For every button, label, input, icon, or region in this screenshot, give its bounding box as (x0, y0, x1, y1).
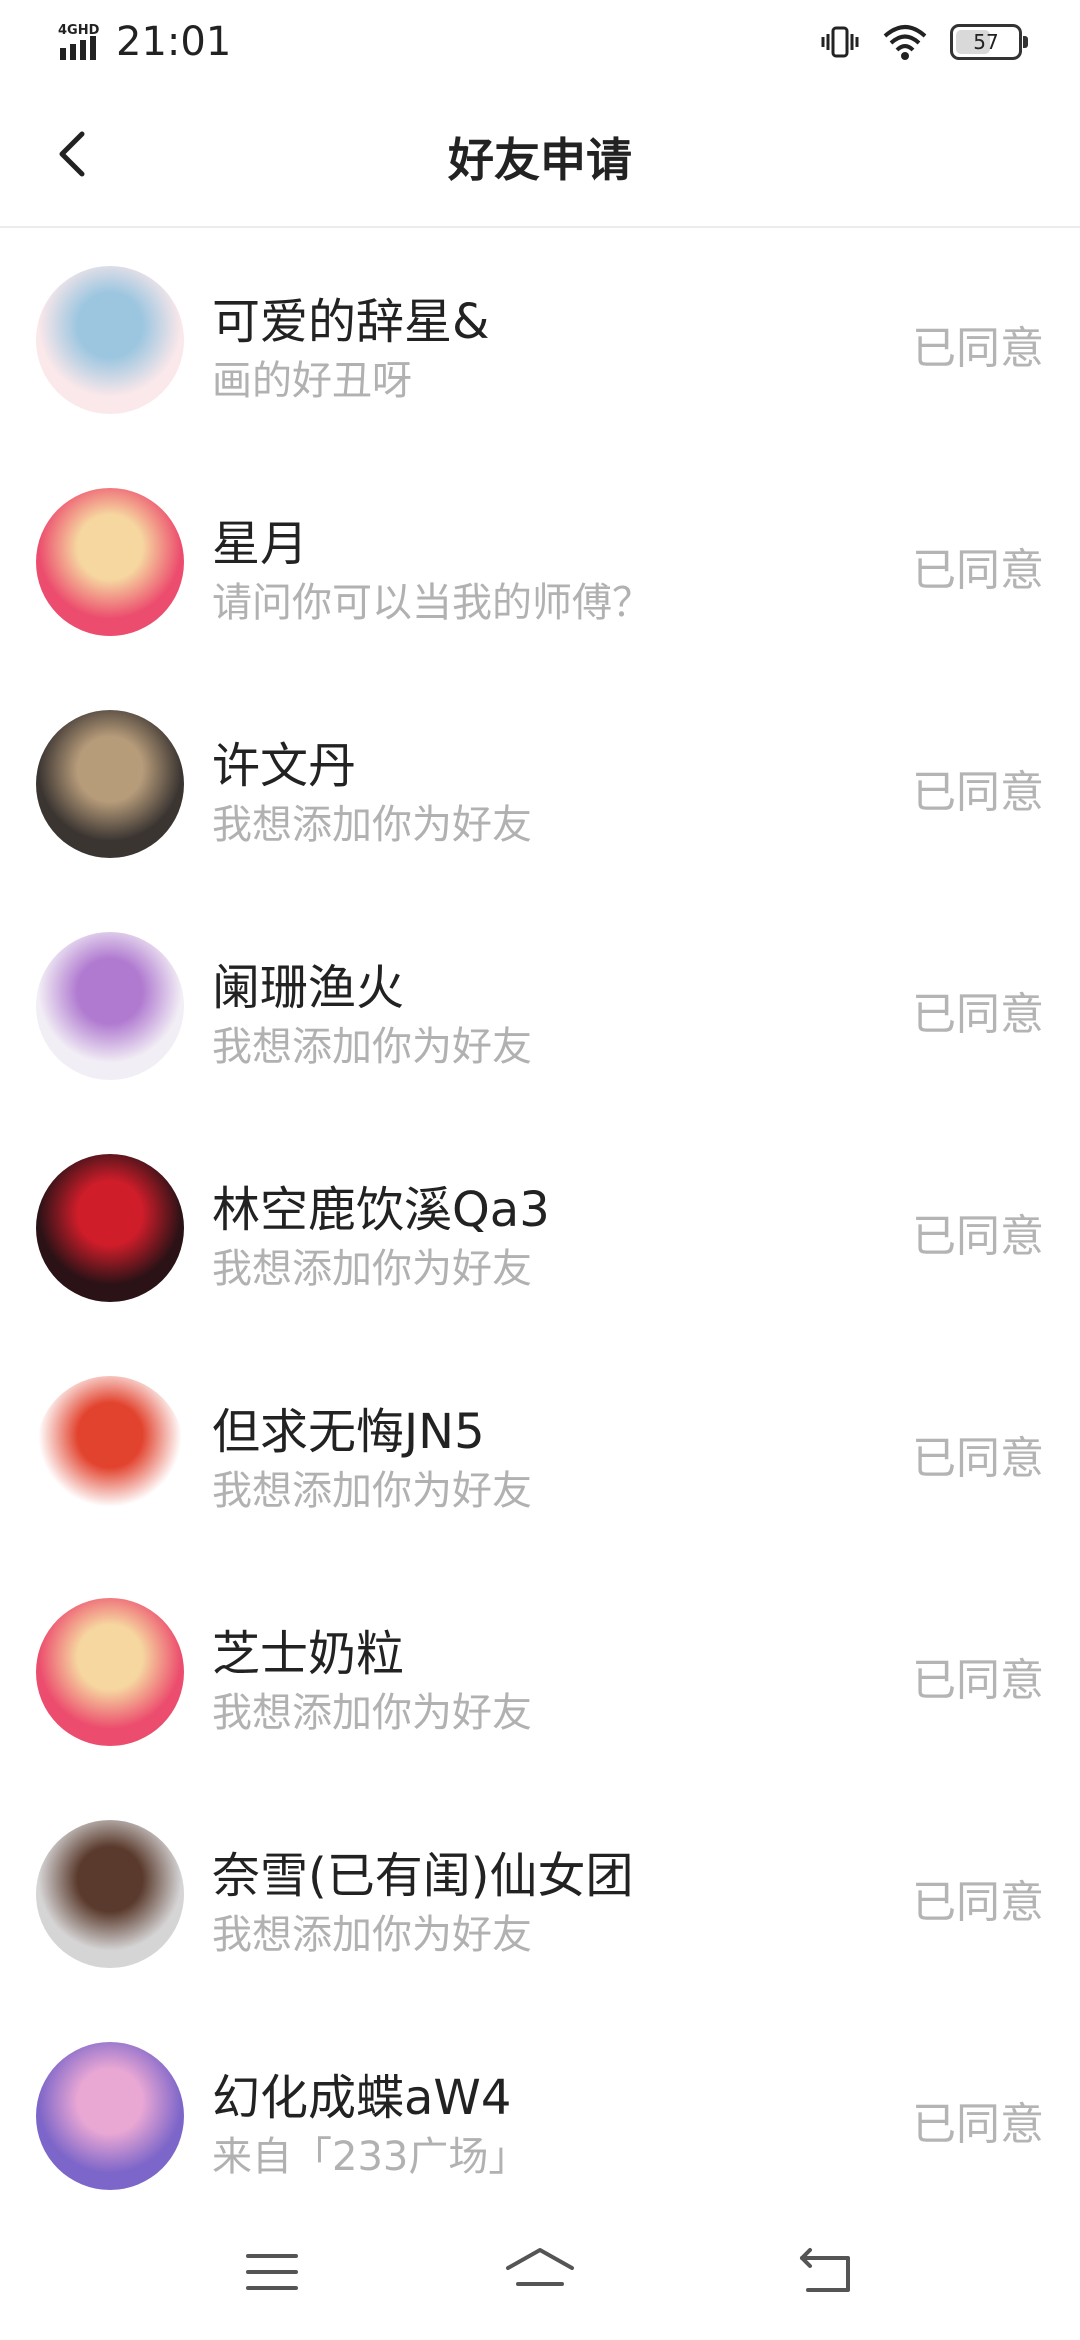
requester-name: 许文丹 (212, 738, 357, 794)
menu-button[interactable] (242, 2244, 302, 2300)
request-message: 我想添加你为好友 (212, 1690, 532, 1736)
app-header: 好友申请 (0, 84, 1080, 228)
request-message: 来自「233广场」 (212, 2134, 529, 2180)
friend-request-row[interactable]: 但求无悔JN5 我想添加你为好友 已同意 (0, 1336, 1080, 1558)
request-status: 已同意 (912, 1211, 1044, 1262)
friend-request-row[interactable]: 阑珊渔火我想添加你为好友 已同意 (0, 892, 1080, 1114)
requester-name: 芝士奶粒 (212, 1626, 405, 1682)
back-icon (800, 2248, 850, 2292)
request-message: 我想添加你为好友 (212, 1024, 532, 1070)
vibrate-icon (821, 26, 859, 58)
request-message: 我想添加你为好友 (212, 1468, 532, 1514)
avatar[interactable] (36, 932, 184, 1080)
friend-request-row[interactable]: 可爱的辞星& 画的好丑呀 已同意 (0, 226, 1080, 448)
status-right: 57 (820, 18, 1028, 66)
request-message: 画的好丑呀 (212, 358, 412, 404)
page-title: 好友申请 (448, 133, 632, 187)
home-icon (506, 2248, 574, 2286)
requester-name: 但求无悔JN5 (212, 1404, 485, 1460)
network-label: 4GHD (58, 23, 100, 38)
avatar[interactable] (36, 1376, 184, 1524)
request-status: 已同意 (912, 2099, 1044, 2150)
friend-request-row[interactable]: 幻化成蝶aW4 来自「233广场」 已同意 (0, 2002, 1080, 2224)
status-bar: 4GHD 21:01 57 (0, 0, 1080, 84)
avatar[interactable] (36, 710, 184, 858)
request-message: 请问你可以当我的师傅？ (212, 580, 652, 626)
battery-icon: 57 (950, 24, 1028, 60)
request-status: 已同意 (912, 545, 1044, 596)
requester-name: 星月 (212, 516, 309, 572)
friend-request-row[interactable]: 林空鹿饮溪Qa3 我想添加你为好友 已同意 (0, 1114, 1080, 1336)
avatar[interactable] (36, 1598, 184, 1746)
request-status: 已同意 (912, 767, 1044, 818)
system-nav-bar (0, 2200, 1080, 2340)
avatar[interactable] (36, 1820, 184, 1968)
friend-request-row[interactable]: 芝士奶粒我想添加你为好友 已同意 (0, 1558, 1080, 1780)
back-nav-button[interactable] (796, 2244, 856, 2300)
requester-name: 幻化成蝶aW4 (212, 2070, 512, 2126)
request-status: 已同意 (912, 323, 1044, 374)
friend-request-list[interactable]: 可爱的辞星& 画的好丑呀 已同意 星月 请问你可以当我的师傅？ 已同意 许文丹 我想添加你为好… (0, 226, 1080, 2224)
menu-icon (246, 2254, 298, 2290)
requester-name: 可爱的辞星& (212, 294, 490, 350)
request-status: 已同意 (912, 989, 1044, 1040)
home-button[interactable] (504, 2244, 576, 2300)
request-status: 已同意 (912, 1877, 1044, 1928)
friend-request-row[interactable]: 星月请问你可以当我的师傅？ 已同意 (0, 448, 1080, 670)
avatar[interactable] (36, 2042, 184, 2190)
request-status: 已同意 (912, 1655, 1044, 1706)
friend-request-row[interactable]: 许文丹我想添加你为好友 已同意 (0, 670, 1080, 892)
avatar[interactable] (36, 488, 184, 636)
requester-name: 阑珊渔火 (212, 960, 405, 1016)
signal-icon: 4GHD (58, 23, 100, 60)
status-left: 4GHD 21:01 (58, 18, 231, 66)
request-status: 已同意 (912, 1433, 1044, 1484)
battery-percent: 57 (973, 30, 999, 54)
friend-request-row[interactable]: 奈雪(已有闺)仙女团我想添加你为好友 已同意 (0, 1780, 1080, 2002)
requester-name: 奈雪(已有闺)仙女团 (212, 1848, 634, 1904)
avatar[interactable] (36, 1154, 184, 1302)
request-message: 我想添加你为好友 (212, 1246, 532, 1292)
wifi-icon (883, 25, 927, 60)
request-message: 我想添加你为好友 (212, 802, 532, 848)
requester-name: 林空鹿饮溪Qa3 (212, 1182, 550, 1238)
avatar[interactable] (36, 266, 184, 414)
battery-tip (1023, 36, 1028, 48)
request-message: 我想添加你为好友 (212, 1912, 532, 1958)
clock: 21:01 (116, 19, 232, 65)
